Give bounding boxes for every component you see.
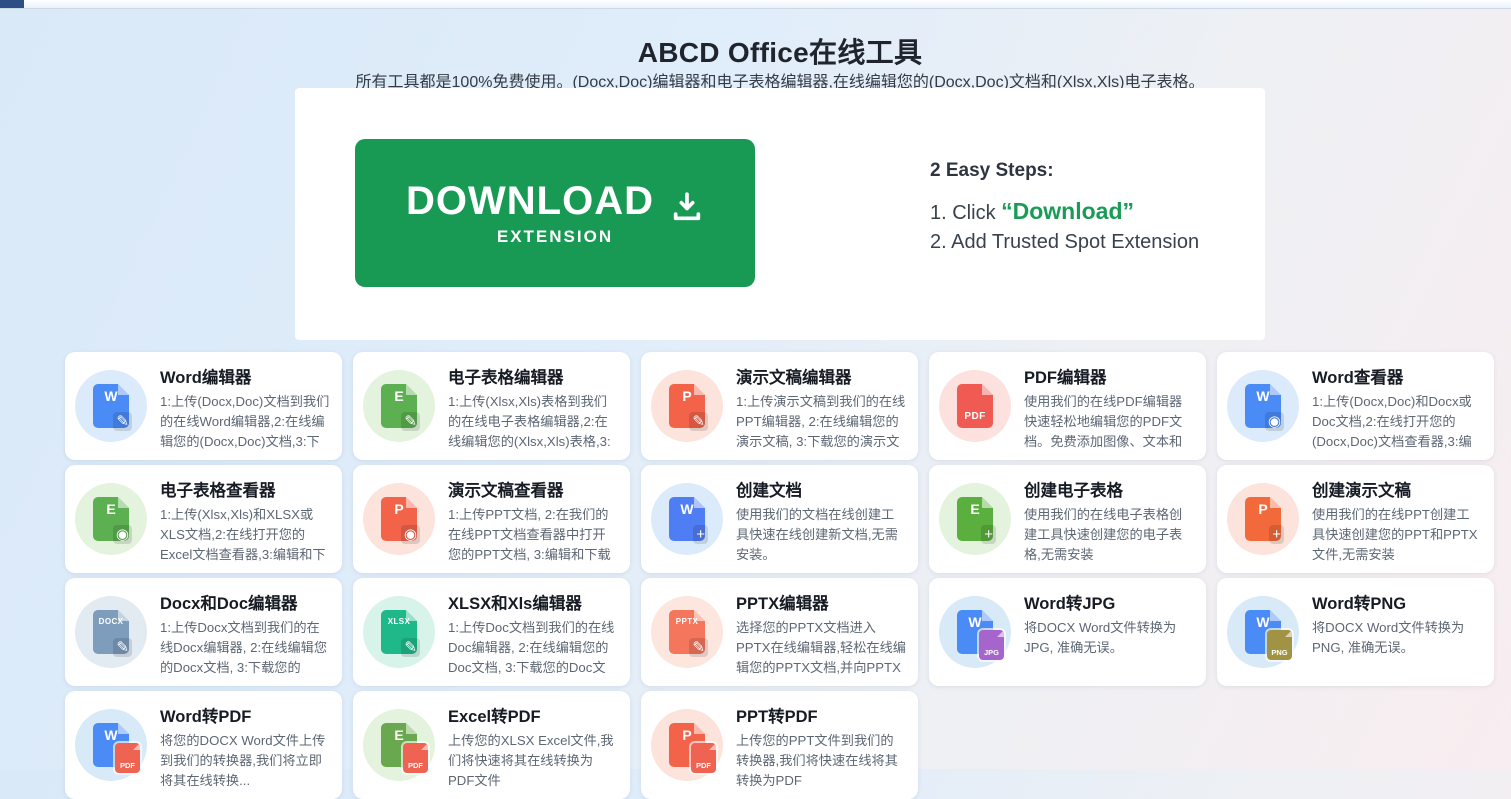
tool-card-description: 上传您的XLSX Excel文件,我们将快速将其在线转换为PDF文件 — [448, 731, 618, 790]
tool-card[interactable]: E ✎ 电子表格编辑器 1:上传(Xlsx,Xls)表格到我们的在线电子表格编辑… — [353, 352, 630, 460]
spreadsheet-editor-icon: E ✎ — [363, 370, 435, 442]
tool-card-title: Word转PNG — [1312, 590, 1482, 614]
download-button-sublabel: EXTENSION — [497, 227, 613, 247]
create-spreadsheet-icon: E + — [939, 483, 1011, 555]
excel-to-pdf-icon: E PDF — [363, 709, 435, 781]
tool-card-description: 1:上传(Docx,Doc)和Docx或Doc文档,2:在线打开您的(Docx,… — [1312, 392, 1482, 452]
presentation-viewer-icon: P ◉ — [363, 483, 435, 555]
tool-card[interactable]: E ◉ 电子表格查看器 1:上传(Xlsx,Xls)和XLSX或XLS文档,2:… — [65, 465, 342, 573]
tool-card[interactable]: XLSX ✎ XLSX和Xls编辑器 1:上传Doc文档到我们的在线Doc编辑器… — [353, 578, 630, 686]
tool-card-title: Word转JPG — [1024, 590, 1194, 614]
xlsx-xls-editor-icon: XLSX ✎ — [363, 596, 435, 668]
tool-card-description: 将DOCX Word文件转换为JPG, 准确无误。 — [1024, 618, 1194, 658]
tool-card[interactable]: PDF PDF编辑器 使用我们的在线PDF编辑器快速轻松地编辑您的PDF文档。免… — [929, 352, 1206, 460]
tool-card[interactable]: W JPG Word转JPG 将DOCX Word文件转换为JPG, 准确无误。 — [929, 578, 1206, 686]
tool-card-title: Docx和Doc编辑器 — [160, 590, 330, 614]
step-1-download-link[interactable]: “Download” — [1001, 198, 1134, 224]
tool-card[interactable]: P ✎ 演示文稿编辑器 1:上传演示文稿到我们的在线PPT编辑器, 2:在线编辑… — [641, 352, 918, 460]
create-presentation-icon: P + — [1227, 483, 1299, 555]
word-viewer-icon: W ◉ — [1227, 370, 1299, 442]
tool-card-description: 将DOCX Word文件转换为PNG, 准确无误。 — [1312, 618, 1482, 658]
tool-card-description: 1:上传(Docx,Doc)文档到我们的在线Word编辑器,2:在线编辑您的(D… — [160, 392, 330, 452]
tool-card[interactable]: E PDF Excel转PDF 上传您的XLSX Excel文件,我们将快速将其… — [353, 691, 630, 799]
easy-steps: 2 Easy Steps: 1. Click “Download” 2. Add… — [930, 160, 1199, 254]
download-extension-button[interactable]: DOWNLOAD EXTENSION — [355, 139, 755, 287]
tool-card[interactable]: P + 创建演示文稿 使用我们的在线PPT创建工具快速创建您的PPT和PPTX文… — [1217, 465, 1494, 573]
page-title: ABCD Office在线工具 — [295, 31, 1265, 71]
tool-card-title: PPT转PDF — [736, 703, 906, 727]
tool-card-title: 电子表格查看器 — [160, 477, 330, 501]
tool-card-description: 1:上传Doc文档到我们的在线Doc编辑器, 2:在线编辑您的Doc文档, 3:… — [448, 618, 618, 678]
pptx-editor-icon: PPTX ✎ — [651, 596, 723, 668]
hero-box: DOWNLOAD EXTENSION 2 Easy Steps: 1. Clic… — [295, 88, 1265, 340]
tool-card-title: Word编辑器 — [160, 364, 330, 388]
docx-doc-editor-icon: DOCX ✎ — [75, 596, 147, 668]
word-editor-icon: W ✎ — [75, 370, 147, 442]
word-to-pdf-icon: W PDF — [75, 709, 147, 781]
tool-card-title: Word查看器 — [1312, 364, 1482, 388]
tool-card[interactable]: P PDF PPT转PDF 上传您的PPT文件到我们的转换器,我们将快速在线将其… — [641, 691, 918, 799]
create-document-icon: W + — [651, 483, 723, 555]
tool-card[interactable]: W + 创建文档 使用我们的文档在线创建工具快速在线创建新文档,无需安装。 — [641, 465, 918, 573]
tool-card-title: Word转PDF — [160, 703, 330, 727]
tool-card-title: 创建演示文稿 — [1312, 477, 1482, 501]
pdf-editor-icon: PDF — [939, 370, 1011, 442]
top-strip — [0, 0, 1511, 9]
word-to-jpg-icon: W JPG — [939, 596, 1011, 668]
tool-card[interactable]: W PNG Word转PNG 将DOCX Word文件转换为PNG, 准确无误。 — [1217, 578, 1494, 686]
tool-card[interactable]: DOCX ✎ Docx和Doc编辑器 1:上传Docx文档到我们的在线Docx编… — [65, 578, 342, 686]
tool-card-description: 1:上传PPT文档, 2:在我们的在线PPT文档查看器中打开您的PPT文档, 3… — [448, 505, 618, 565]
tool-card-description: 1:上传Docx文档到我们的在线Docx编辑器, 2:在线编辑您的Docx文档,… — [160, 618, 330, 678]
tool-card-description: 将您的DOCX Word文件上传到我们的转换器,我们将立即将其在线转换... — [160, 731, 330, 790]
presentation-editor-icon: P ✎ — [651, 370, 723, 442]
tool-card-title: 创建文档 — [736, 477, 906, 501]
spreadsheet-viewer-icon: E ◉ — [75, 483, 147, 555]
tool-card-description: 使用我们的在线PDF编辑器快速轻松地编辑您的PDF文档。免费添加图像、文本和注释… — [1024, 392, 1194, 452]
tools-grid: W ✎ Word编辑器 1:上传(Docx,Doc)文档到我们的在线Word编辑… — [65, 352, 1494, 799]
tool-card[interactable]: W PDF Word转PDF 将您的DOCX Word文件上传到我们的转换器,我… — [65, 691, 342, 799]
tool-card-description: 1:上传(Xlsx,Xls)表格到我们的在线电子表格编辑器,2:在线编辑您的(X… — [448, 392, 618, 452]
tool-card-title: 演示文稿编辑器 — [736, 364, 906, 388]
download-icon — [670, 190, 704, 224]
tool-card-title: PDF编辑器 — [1024, 364, 1194, 388]
download-button-label: DOWNLOAD — [406, 179, 654, 224]
ppt-to-pdf-icon: P PDF — [651, 709, 723, 781]
tool-card-title: 电子表格编辑器 — [448, 364, 618, 388]
tool-card-description: 1:上传(Xlsx,Xls)和XLSX或XLS文档,2:在线打开您的Excel文… — [160, 505, 330, 565]
tool-card-description: 1:上传演示文稿到我们的在线PPT编辑器, 2:在线编辑您的演示文稿, 3:下载… — [736, 392, 906, 452]
tool-card[interactable]: PPTX ✎ PPTX编辑器 选择您的PPTX文档进入PPTX在线编辑器,轻松在… — [641, 578, 918, 686]
tool-card-title: 演示文稿查看器 — [448, 477, 618, 501]
steps-heading: 2 Easy Steps: — [930, 160, 1199, 182]
step-1: 1. Click “Download” — [930, 198, 1199, 225]
tool-card-title: XLSX和Xls编辑器 — [448, 590, 618, 614]
step-1-text: 1. Click — [930, 202, 1001, 224]
tool-card-description: 上传您的PPT文件到我们的转换器,我们将快速在线将其转换为PDF — [736, 731, 906, 790]
tool-card[interactable]: E + 创建电子表格 使用我们的在线电子表格创建工具快速创建您的电子表格,无需安… — [929, 465, 1206, 573]
tool-card[interactable]: P ◉ 演示文稿查看器 1:上传PPT文档, 2:在我们的在线PPT文档查看器中… — [353, 465, 630, 573]
tool-card-description: 使用我们的在线PPT创建工具快速创建您的PPT和PPTX文件,无需安装 — [1312, 505, 1482, 564]
tool-card-description: 使用我们的在线电子表格创建工具快速创建您的电子表格,无需安装 — [1024, 505, 1194, 564]
step-2: 2. Add Trusted Spot Extension — [930, 231, 1199, 254]
tool-card-title: 创建电子表格 — [1024, 477, 1194, 501]
tool-card[interactable]: W ✎ Word编辑器 1:上传(Docx,Doc)文档到我们的在线Word编辑… — [65, 352, 342, 460]
tool-card-title: Excel转PDF — [448, 703, 618, 727]
tool-card[interactable]: W ◉ Word查看器 1:上传(Docx,Doc)和Docx或Doc文档,2:… — [1217, 352, 1494, 460]
tool-card-description: 选择您的PPTX文档进入PPTX在线编辑器,轻松在线编辑您的PPTX文档,并向P… — [736, 618, 906, 678]
word-to-png-icon: W PNG — [1227, 596, 1299, 668]
tool-card-title: PPTX编辑器 — [736, 590, 906, 614]
browser-corner-chip — [0, 0, 24, 8]
tool-card-description: 使用我们的文档在线创建工具快速在线创建新文档,无需安装。 — [736, 505, 906, 564]
